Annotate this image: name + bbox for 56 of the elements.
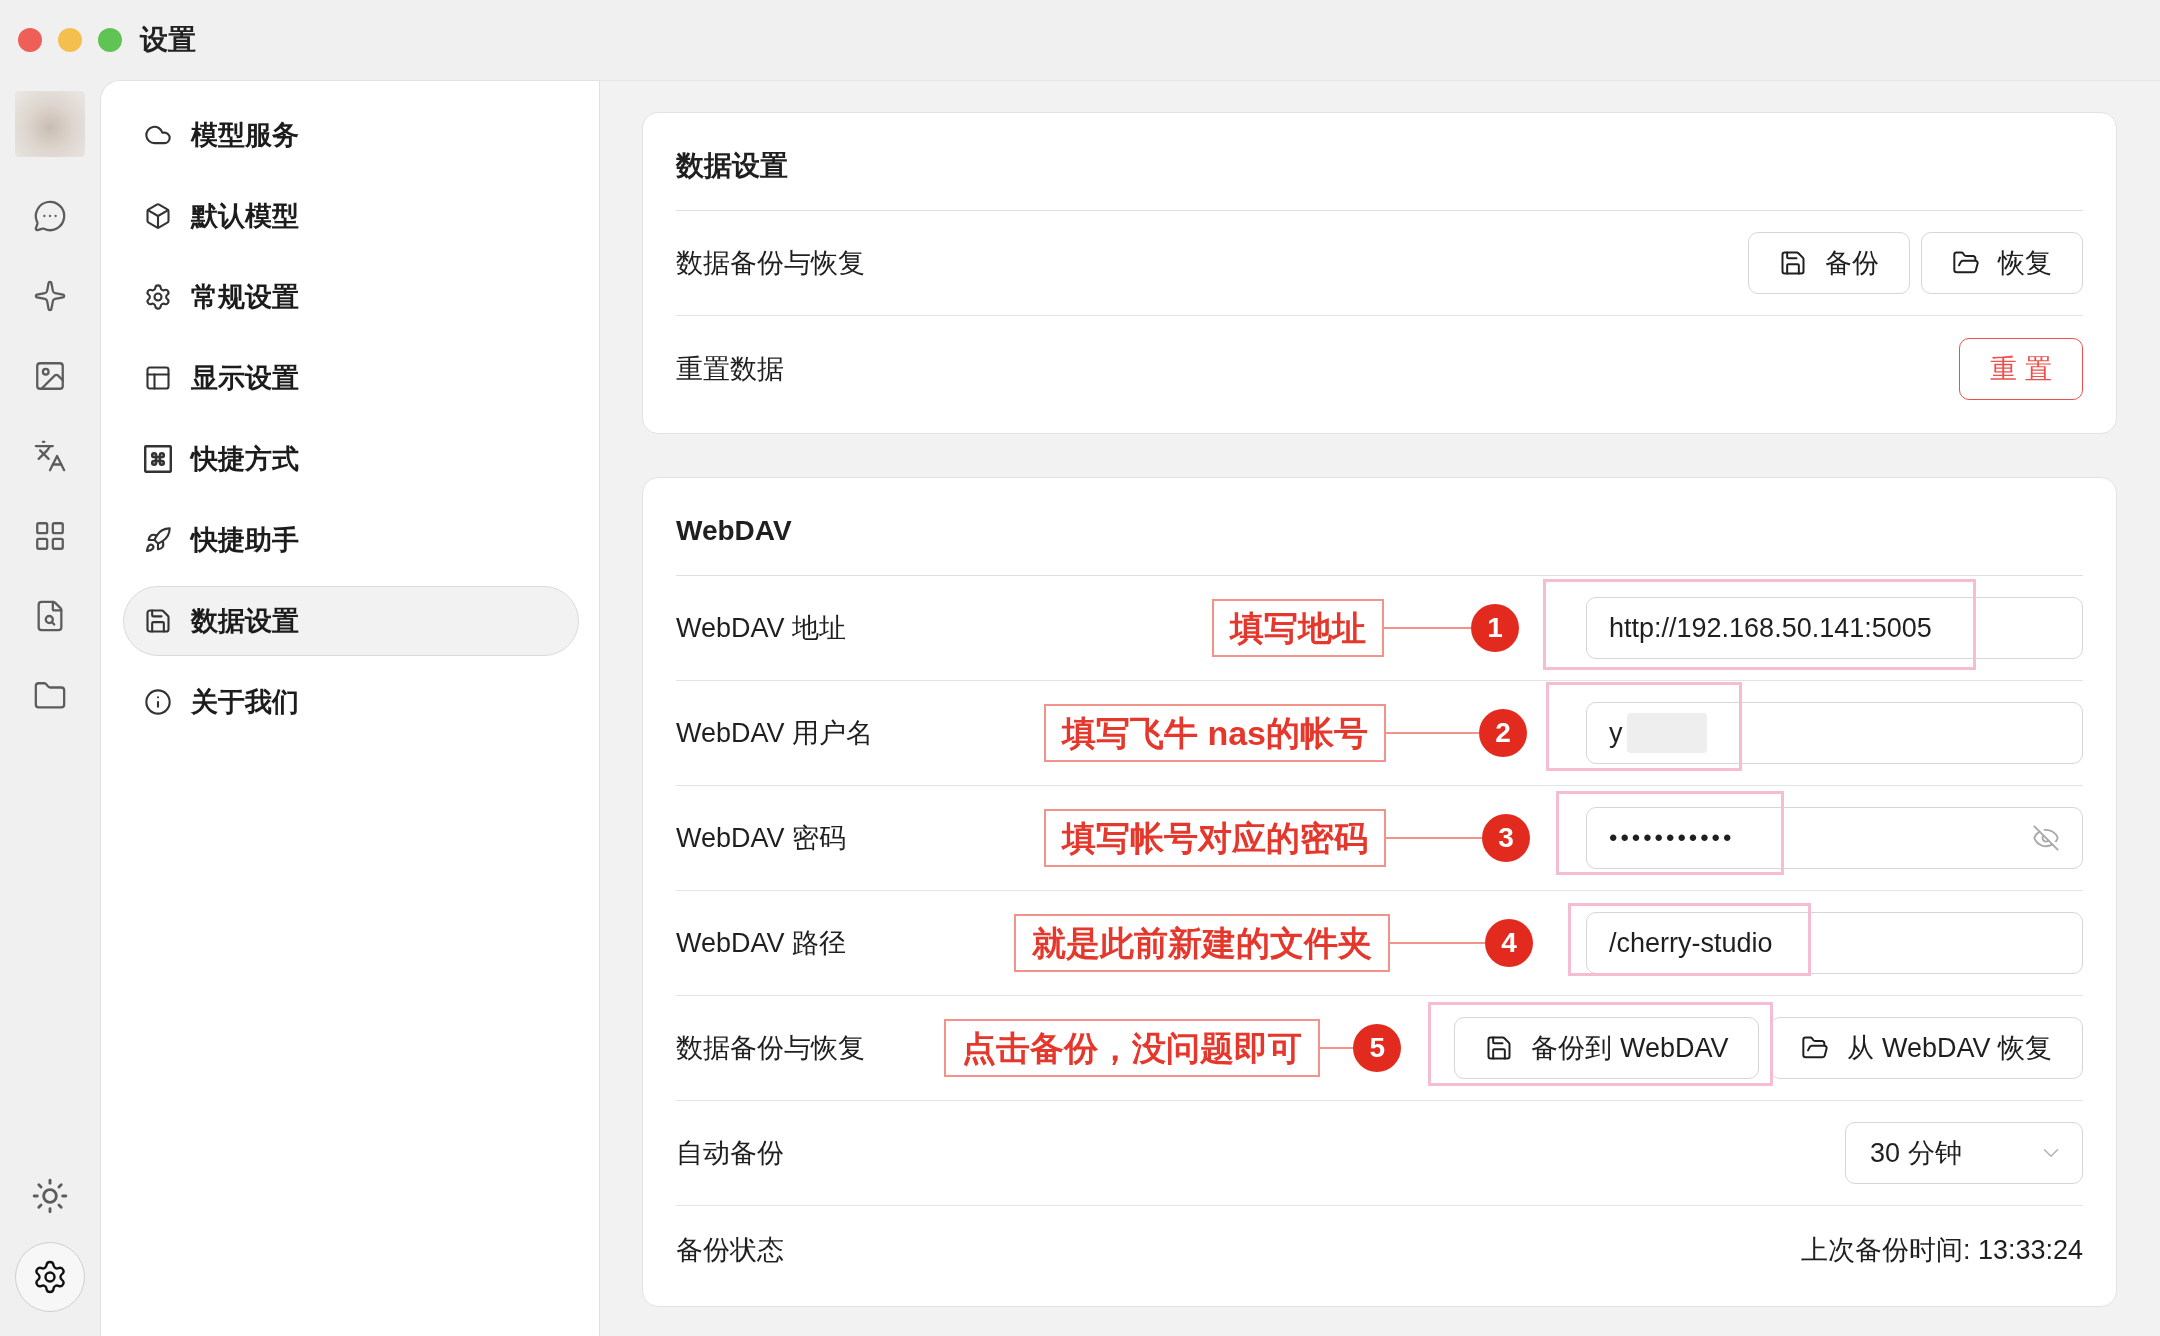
setting-label: 数据备份与恢复: [676, 247, 865, 280]
number-badge: 3: [1482, 814, 1530, 862]
section-title: WebDAV: [676, 478, 2083, 576]
nav-item[interactable]: 关于我们: [123, 667, 579, 737]
close-button[interactable]: [18, 28, 42, 52]
nav-item[interactable]: 显示设置: [123, 343, 579, 413]
backup-status-text: 上次备份时间: 13:33:24: [1800, 1234, 2083, 1267]
nav-item[interactable]: 常规设置: [123, 262, 579, 332]
nav-item[interactable]: 模型服务: [123, 100, 579, 170]
leader-line: [1320, 1047, 1354, 1049]
setting-label: 自动备份: [676, 1137, 784, 1170]
annotation-label: 填写地址: [1212, 599, 1384, 657]
nav-item[interactable]: 数据设置: [123, 586, 579, 656]
restore-button[interactable]: 从 WebDAV 恢复: [1770, 1017, 2083, 1079]
reset-button[interactable]: 重 置: [1959, 337, 2083, 400]
setting-label: WebDAV 地址: [676, 612, 847, 645]
window-title: 设置: [140, 23, 196, 57]
annotation-label: 点击备份，没问题即可: [944, 1019, 1321, 1077]
cube-icon: [144, 202, 172, 230]
restore-button[interactable]: 恢复: [1921, 232, 2083, 294]
setting-label: WebDAV 密码: [676, 822, 847, 855]
layout-icon: [144, 364, 172, 392]
annotation-label: 填写帐号对应的密码: [1044, 809, 1386, 867]
text-input-field[interactable]: /cherry-studio: [1586, 912, 2083, 974]
rocket-icon: [144, 526, 172, 554]
annotation-label: 就是此前新建的文件夹: [1014, 914, 1390, 972]
text-input-field[interactable]: y: [1586, 702, 2083, 764]
nav-item[interactable]: 默认模型: [123, 181, 579, 251]
backup-button[interactable]: 备份: [1748, 232, 1910, 294]
annotation-label: 填写飞牛 nas的帐号: [1043, 704, 1386, 762]
setting-label: 备份状态: [676, 1234, 784, 1267]
info-icon: [144, 688, 172, 716]
setting-label: 重置数据: [676, 352, 784, 386]
password-input-field[interactable]: •••••••••••: [1586, 807, 2083, 869]
gear-icon: [144, 283, 172, 311]
image-icon[interactable]: [33, 359, 67, 393]
nav-item[interactable]: 快捷助手: [123, 505, 579, 575]
number-badge: 1: [1471, 604, 1519, 652]
number-badge: 2: [1479, 709, 1527, 757]
sparkle-icon[interactable]: [33, 279, 67, 313]
setting-label: 数据备份与恢复: [676, 1032, 865, 1065]
text-input-field[interactable]: http://192.168.50.141:5005: [1586, 597, 2083, 659]
chat-bubble-icon[interactable]: [33, 199, 67, 233]
section-title: 数据设置: [676, 113, 2083, 211]
settings-icon: [32, 1259, 68, 1295]
nav-item[interactable]: 快捷方式: [123, 424, 579, 494]
sun-icon[interactable]: [31, 1177, 69, 1215]
command-key-icon: [144, 445, 172, 473]
number-badge: 5: [1353, 1024, 1402, 1072]
backup-button[interactable]: 备份到 WebDAV: [1454, 1017, 1760, 1079]
grid-icon[interactable]: [33, 519, 67, 553]
number-badge: 4: [1485, 919, 1533, 967]
interval-select[interactable]: 30 分钟: [1845, 1122, 2083, 1184]
language-icon[interactable]: [33, 439, 67, 473]
setting-label: WebDAV 路径: [676, 927, 847, 960]
setting-label: WebDAV 用户名: [676, 717, 874, 750]
